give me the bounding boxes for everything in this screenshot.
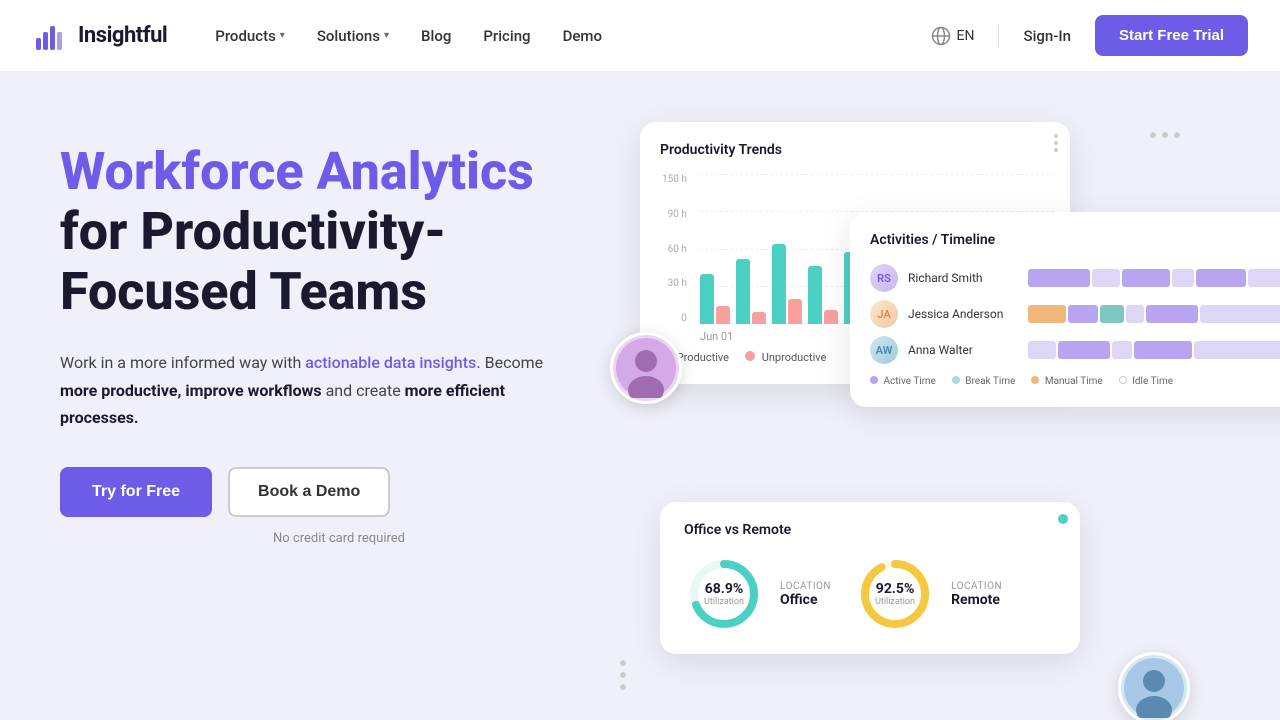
nav-item-products[interactable]: Products ▾ bbox=[215, 27, 285, 45]
remote-metric: 92.5% Utilization LOCATION Remote bbox=[855, 554, 1002, 634]
avatar-jessica: JA bbox=[870, 300, 898, 328]
x-label-jun01: Jun 01 bbox=[700, 330, 733, 343]
logo-icon bbox=[32, 18, 68, 54]
hero-section: Workforce Analytics for Productivity-Foc… bbox=[0, 72, 1280, 720]
timeline-jessica bbox=[1028, 304, 1280, 324]
remote-util-label: Utilization bbox=[875, 597, 915, 607]
timeline-anna bbox=[1028, 340, 1280, 360]
dot bbox=[1174, 132, 1180, 138]
person-name-anna: Anna Walter bbox=[908, 343, 1018, 357]
productivity-title: Productivity Trends bbox=[660, 142, 1050, 158]
hero-link-text: actionable data insights. bbox=[305, 353, 480, 372]
legend-unproductive: Unproductive bbox=[745, 351, 826, 364]
dot bbox=[620, 684, 626, 690]
office-title: Office vs Remote bbox=[684, 522, 1056, 538]
language-selector[interactable]: EN bbox=[931, 26, 975, 46]
hero-right: Productivity Trends 150 h 90 h 60 h 30 h… bbox=[610, 122, 1220, 720]
activity-row-anna: AW Anna Walter bbox=[870, 336, 1280, 364]
lang-label: EN bbox=[957, 28, 975, 44]
nav-item-blog[interactable]: Blog bbox=[421, 27, 451, 45]
globe-icon bbox=[931, 26, 951, 46]
card-activities-timeline: Activities / Timeline RS Richard Smith J… bbox=[850, 212, 1280, 407]
office-loc-label: LOCATION bbox=[780, 581, 831, 592]
legend-idle: Idle Time bbox=[1119, 376, 1173, 387]
office-location: LOCATION Office bbox=[780, 581, 831, 608]
navbar-left: Insightful Products ▾ Solutions ▾ Blog bbox=[32, 18, 602, 54]
hero-title: Workforce Analytics for Productivity-Foc… bbox=[60, 142, 610, 321]
bar-teal bbox=[772, 244, 786, 324]
nav-item-solutions[interactable]: Solutions ▾ bbox=[317, 27, 389, 45]
nav-links: Products ▾ Solutions ▾ Blog Pricing bbox=[215, 27, 602, 45]
remote-loc-label: LOCATION bbox=[951, 581, 1002, 592]
bar-pink bbox=[752, 312, 766, 324]
donut-remote: 92.5% Utilization bbox=[855, 554, 935, 634]
remote-loc-name: Remote bbox=[951, 592, 1002, 608]
logo[interactable]: Insightful bbox=[32, 18, 167, 54]
donut-office: 68.9% Utilization bbox=[684, 554, 764, 634]
office-pct: 68.9% bbox=[704, 581, 744, 597]
nav-item-demo[interactable]: Demo bbox=[563, 27, 602, 45]
legend-break: Break Time bbox=[952, 376, 1016, 387]
bar-group bbox=[772, 244, 802, 324]
hero-title-plain: for Productivity-Focused Teams bbox=[60, 201, 446, 322]
bar-group bbox=[700, 274, 730, 324]
avatar-anna: AW bbox=[870, 336, 898, 364]
chart-y-axis: 150 h 90 h 60 h 30 h 0 bbox=[662, 174, 687, 324]
divider bbox=[998, 24, 999, 48]
floating-avatar-1 bbox=[610, 332, 682, 404]
person-name-jessica: Jessica Anderson bbox=[908, 307, 1018, 321]
start-trial-button[interactable]: Start Free Trial bbox=[1095, 15, 1248, 56]
try-for-free-button[interactable]: Try for Free bbox=[60, 467, 212, 517]
chevron-down-icon: ▾ bbox=[384, 30, 389, 41]
decoration-dots-top bbox=[1150, 132, 1180, 138]
office-loc-name: Office bbox=[780, 592, 831, 608]
floating-avatar-2 bbox=[1118, 652, 1190, 720]
bar-teal bbox=[736, 259, 750, 324]
status-dot bbox=[1058, 514, 1068, 524]
hero-title-accent: Workforce Analytics bbox=[60, 141, 534, 202]
office-util-label: Utilization bbox=[704, 597, 744, 607]
bar-teal bbox=[808, 266, 822, 324]
navbar-right: EN Sign-In Start Free Trial bbox=[931, 15, 1248, 56]
dot bbox=[1150, 132, 1156, 138]
dot bbox=[1162, 132, 1168, 138]
activity-row-jessica: JA Jessica Anderson bbox=[870, 300, 1280, 328]
remote-pct: 92.5% bbox=[875, 581, 915, 597]
office-metric: 68.9% Utilization LOCATION Office bbox=[684, 554, 831, 634]
dot bbox=[620, 672, 626, 678]
timeline-richard bbox=[1028, 268, 1280, 288]
card-menu[interactable] bbox=[1054, 134, 1058, 152]
activities-title: Activities / Timeline bbox=[870, 232, 1280, 248]
bar-group bbox=[808, 266, 838, 324]
legend-manual: Manual Time bbox=[1031, 376, 1102, 387]
navbar: Insightful Products ▾ Solutions ▾ Blog bbox=[0, 0, 1280, 72]
legend-dot-unproductive bbox=[745, 351, 755, 361]
signin-link[interactable]: Sign-In bbox=[1023, 27, 1070, 45]
bar-pink bbox=[788, 299, 802, 324]
chevron-down-icon: ▾ bbox=[280, 30, 285, 41]
hero-left: Workforce Analytics for Productivity-Foc… bbox=[60, 122, 610, 546]
dot bbox=[620, 660, 626, 666]
legend-active: Active Time bbox=[870, 376, 936, 387]
brand-name: Insightful bbox=[78, 23, 167, 48]
bar-pink bbox=[716, 306, 730, 324]
activities-legend: Active Time Break Time Manual Time Idle … bbox=[870, 376, 1280, 387]
book-demo-button[interactable]: Book a Demo bbox=[228, 467, 390, 517]
avatar-richard: RS bbox=[870, 264, 898, 292]
bar-group bbox=[736, 259, 766, 324]
nav-item-pricing[interactable]: Pricing bbox=[483, 27, 530, 45]
hero-description: Work in a more informed way with actiona… bbox=[60, 349, 560, 431]
no-credit-text: No credit card required bbox=[60, 531, 610, 546]
remote-location: LOCATION Remote bbox=[951, 581, 1002, 608]
hero-buttons: Try for Free Book a Demo bbox=[60, 467, 610, 517]
decoration-dots-bottom bbox=[620, 660, 626, 690]
bar-teal bbox=[700, 274, 714, 324]
activity-row-richard: RS Richard Smith bbox=[870, 264, 1280, 292]
person-name-richard: Richard Smith bbox=[908, 271, 1018, 285]
bar-pink bbox=[824, 310, 838, 324]
card-office-vs-remote: Office vs Remote 68.9% Utilization bbox=[660, 502, 1080, 654]
office-metrics: 68.9% Utilization LOCATION Office bbox=[684, 554, 1056, 634]
